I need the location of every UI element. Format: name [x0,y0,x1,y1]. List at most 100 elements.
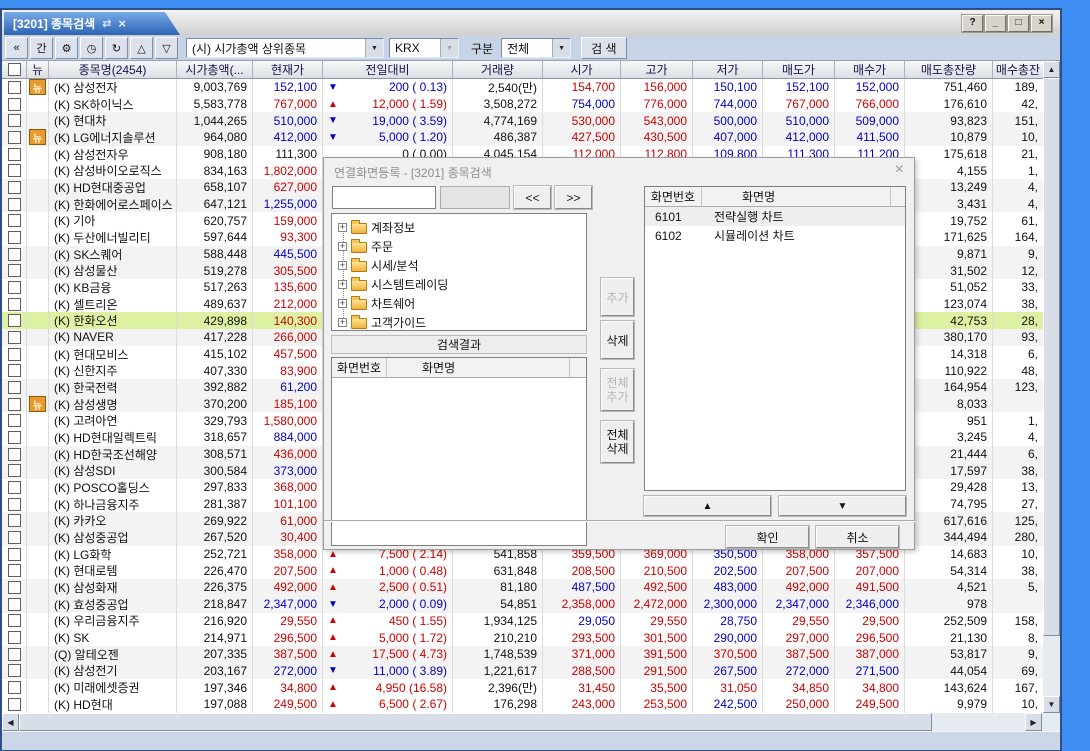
col-screen-name[interactable]: 화면명 [387,358,570,377]
tree-item[interactable]: +주문 [338,237,586,256]
row-checkbox[interactable] [8,414,21,427]
col-header-price[interactable]: 현재가 [253,61,323,79]
col-header-low[interactable]: 저가 [693,61,763,79]
search-result-list[interactable]: 화면번호 화면명 [331,357,587,546]
scroll-up-icon[interactable]: ▲ [1043,61,1060,78]
table-row[interactable]: (K) 현대로템226,470207,500▲1,000 ( 0.48)631,… [2,562,1043,579]
ok-button[interactable]: 확인 [726,526,809,548]
row-checkbox[interactable] [8,81,21,94]
gan-button[interactable]: 간 [30,37,53,59]
col-screen-name[interactable]: 화면명 [702,187,891,206]
screen-category-tree[interactable]: +계좌정보+주문+시세/분석+시스템트레이딩+차트쉐어+고객가이드 [331,213,587,331]
row-checkbox[interactable] [8,248,21,261]
search-button[interactable]: 검 색 [581,37,626,59]
table-row[interactable]: (Q) 알테오젠207,335387,500▲17,500 ( 4.73)1,7… [2,646,1043,663]
minimize-button[interactable]: _ [985,15,1006,32]
scroll-right-icon[interactable]: ▶ [1025,713,1042,731]
add-button[interactable]: 추가 [601,278,634,316]
close-button[interactable]: × [1031,15,1052,32]
row-checkbox[interactable] [8,448,21,461]
dialog-close-icon[interactable]: × [895,161,904,179]
col-header-ask-total[interactable]: 매도총잔량 [905,61,993,79]
tab-close-icon[interactable]: × [118,16,126,31]
row-checkbox[interactable] [8,148,21,161]
cancel-button[interactable]: 취소 [816,526,899,548]
row-checkbox[interactable] [8,398,21,411]
table-row[interactable]: (K) 삼성화재226,375492,000▲2,500 ( 0.51)81,1… [2,579,1043,596]
tree-item[interactable]: +고객가이드 [338,313,586,331]
expand-icon[interactable]: + [338,242,347,251]
screen-number-input[interactable] [332,186,436,209]
col-header-bid-total[interactable]: 매수총잔 [993,61,1043,79]
scroll-left-icon[interactable]: ◀ [2,713,19,731]
row-checkbox[interactable] [8,614,21,627]
table-row[interactable]: (K) SK하이닉스5,583,778767,000▲12,000 ( 1.59… [2,96,1043,113]
gear-icon[interactable]: ⚙ [55,37,78,59]
expand-icon[interactable]: + [338,261,347,270]
type-select[interactable]: 전체 ▼ [501,38,571,58]
horizontal-scroll-thumb[interactable] [19,713,932,731]
col-header-new[interactable]: 뉴 [27,61,49,79]
select-all-checkbox[interactable] [8,63,21,76]
forward-button[interactable]: >> [555,186,592,209]
table-row[interactable]: (K) SK214,971296,500▲5,000 ( 1.72)210,21… [2,629,1043,646]
clock-icon[interactable]: ◷ [80,37,103,59]
row-checkbox[interactable] [8,648,21,661]
table-row[interactable]: (K) HD현대197,088249,500▲6,500 ( 2.67)176,… [2,696,1043,713]
table-row[interactable]: (K) 현대차1,044,265510,000▼19,000 ( 3.59)4,… [2,112,1043,129]
delete-all-button[interactable]: 전체삭제 [601,421,634,463]
row-checkbox[interactable] [8,681,21,694]
vertical-scroll-thumb[interactable] [1043,78,1060,636]
vertical-scrollbar[interactable]: ▲ ▼ [1043,61,1060,713]
col-header-name[interactable]: 종목명(2454) [49,61,177,79]
row-checkbox[interactable] [8,181,21,194]
chevron-down-icon[interactable]: ▼ [365,39,383,57]
col-header-bid[interactable]: 매수가 [835,61,905,79]
horizontal-scrollbar[interactable]: ◀ ▶ [2,713,1060,731]
row-checkbox[interactable] [8,631,21,644]
refresh-icon[interactable]: ↻ [105,37,128,59]
row-checkbox[interactable] [8,531,21,544]
delete-button[interactable]: 삭제 [601,321,634,359]
row-checkbox[interactable] [8,481,21,494]
add-all-button[interactable]: 전체추가 [601,369,634,411]
table-row[interactable]: 뉴(K) 삼성전자9,003,769152,100▼200 ( 0.13)2,5… [2,79,1043,96]
registered-screen-row[interactable]: 6101전략실행 차트 [645,207,905,226]
col-header-marketcap[interactable]: 시가총액(... [177,61,253,79]
row-checkbox[interactable] [8,98,21,111]
back-button[interactable]: << [514,186,551,209]
eject-up-icon[interactable]: △ [130,37,153,59]
row-checkbox[interactable] [8,498,21,511]
row-checkbox[interactable] [8,314,21,327]
move-up-button[interactable]: ▲ [644,496,771,516]
row-checkbox[interactable] [8,214,21,227]
tree-item[interactable]: +계좌정보 [338,218,586,237]
help-button[interactable]: ? [962,15,983,32]
col-header-volume[interactable]: 거래량 [453,61,543,79]
expand-icon[interactable]: + [338,299,347,308]
col-header-change[interactable]: 전일대비 [323,61,453,79]
col-header-high[interactable]: 고가 [621,61,693,79]
row-checkbox[interactable] [8,548,21,561]
col-screen-no[interactable]: 화면번호 [332,358,387,377]
row-checkbox[interactable] [8,381,21,394]
row-checkbox[interactable] [8,198,21,211]
row-checkbox[interactable] [8,581,21,594]
row-checkbox[interactable] [8,364,21,377]
row-checkbox[interactable] [8,698,21,711]
table-row[interactable]: (K) 미래에셋증권197,34634,800▲4,950 (16.58)2,3… [2,679,1043,696]
row-checkbox[interactable] [8,348,21,361]
preset-select[interactable]: (시) 시가총액 상위종목 ▼ [186,38,384,58]
tree-item[interactable]: +차트쉐어 [338,294,586,313]
chevron-down-icon[interactable]: ▼ [552,39,570,57]
eject-down-icon[interactable]: ▽ [155,37,178,59]
row-checkbox[interactable] [8,331,21,344]
registered-screen-list[interactable]: 화면번호 화면명 6101전략실행 차트6102시뮬레이션 차트 [644,186,906,491]
market-select[interactable]: KRX ▼ [389,38,459,58]
expand-icon[interactable]: + [338,318,347,327]
maximize-button[interactable]: □ [1008,15,1029,32]
col-header-ask[interactable]: 매도가 [763,61,835,79]
tree-item[interactable]: +시스템트레이딩 [338,275,586,294]
row-checkbox[interactable] [8,164,21,177]
row-checkbox[interactable] [8,298,21,311]
